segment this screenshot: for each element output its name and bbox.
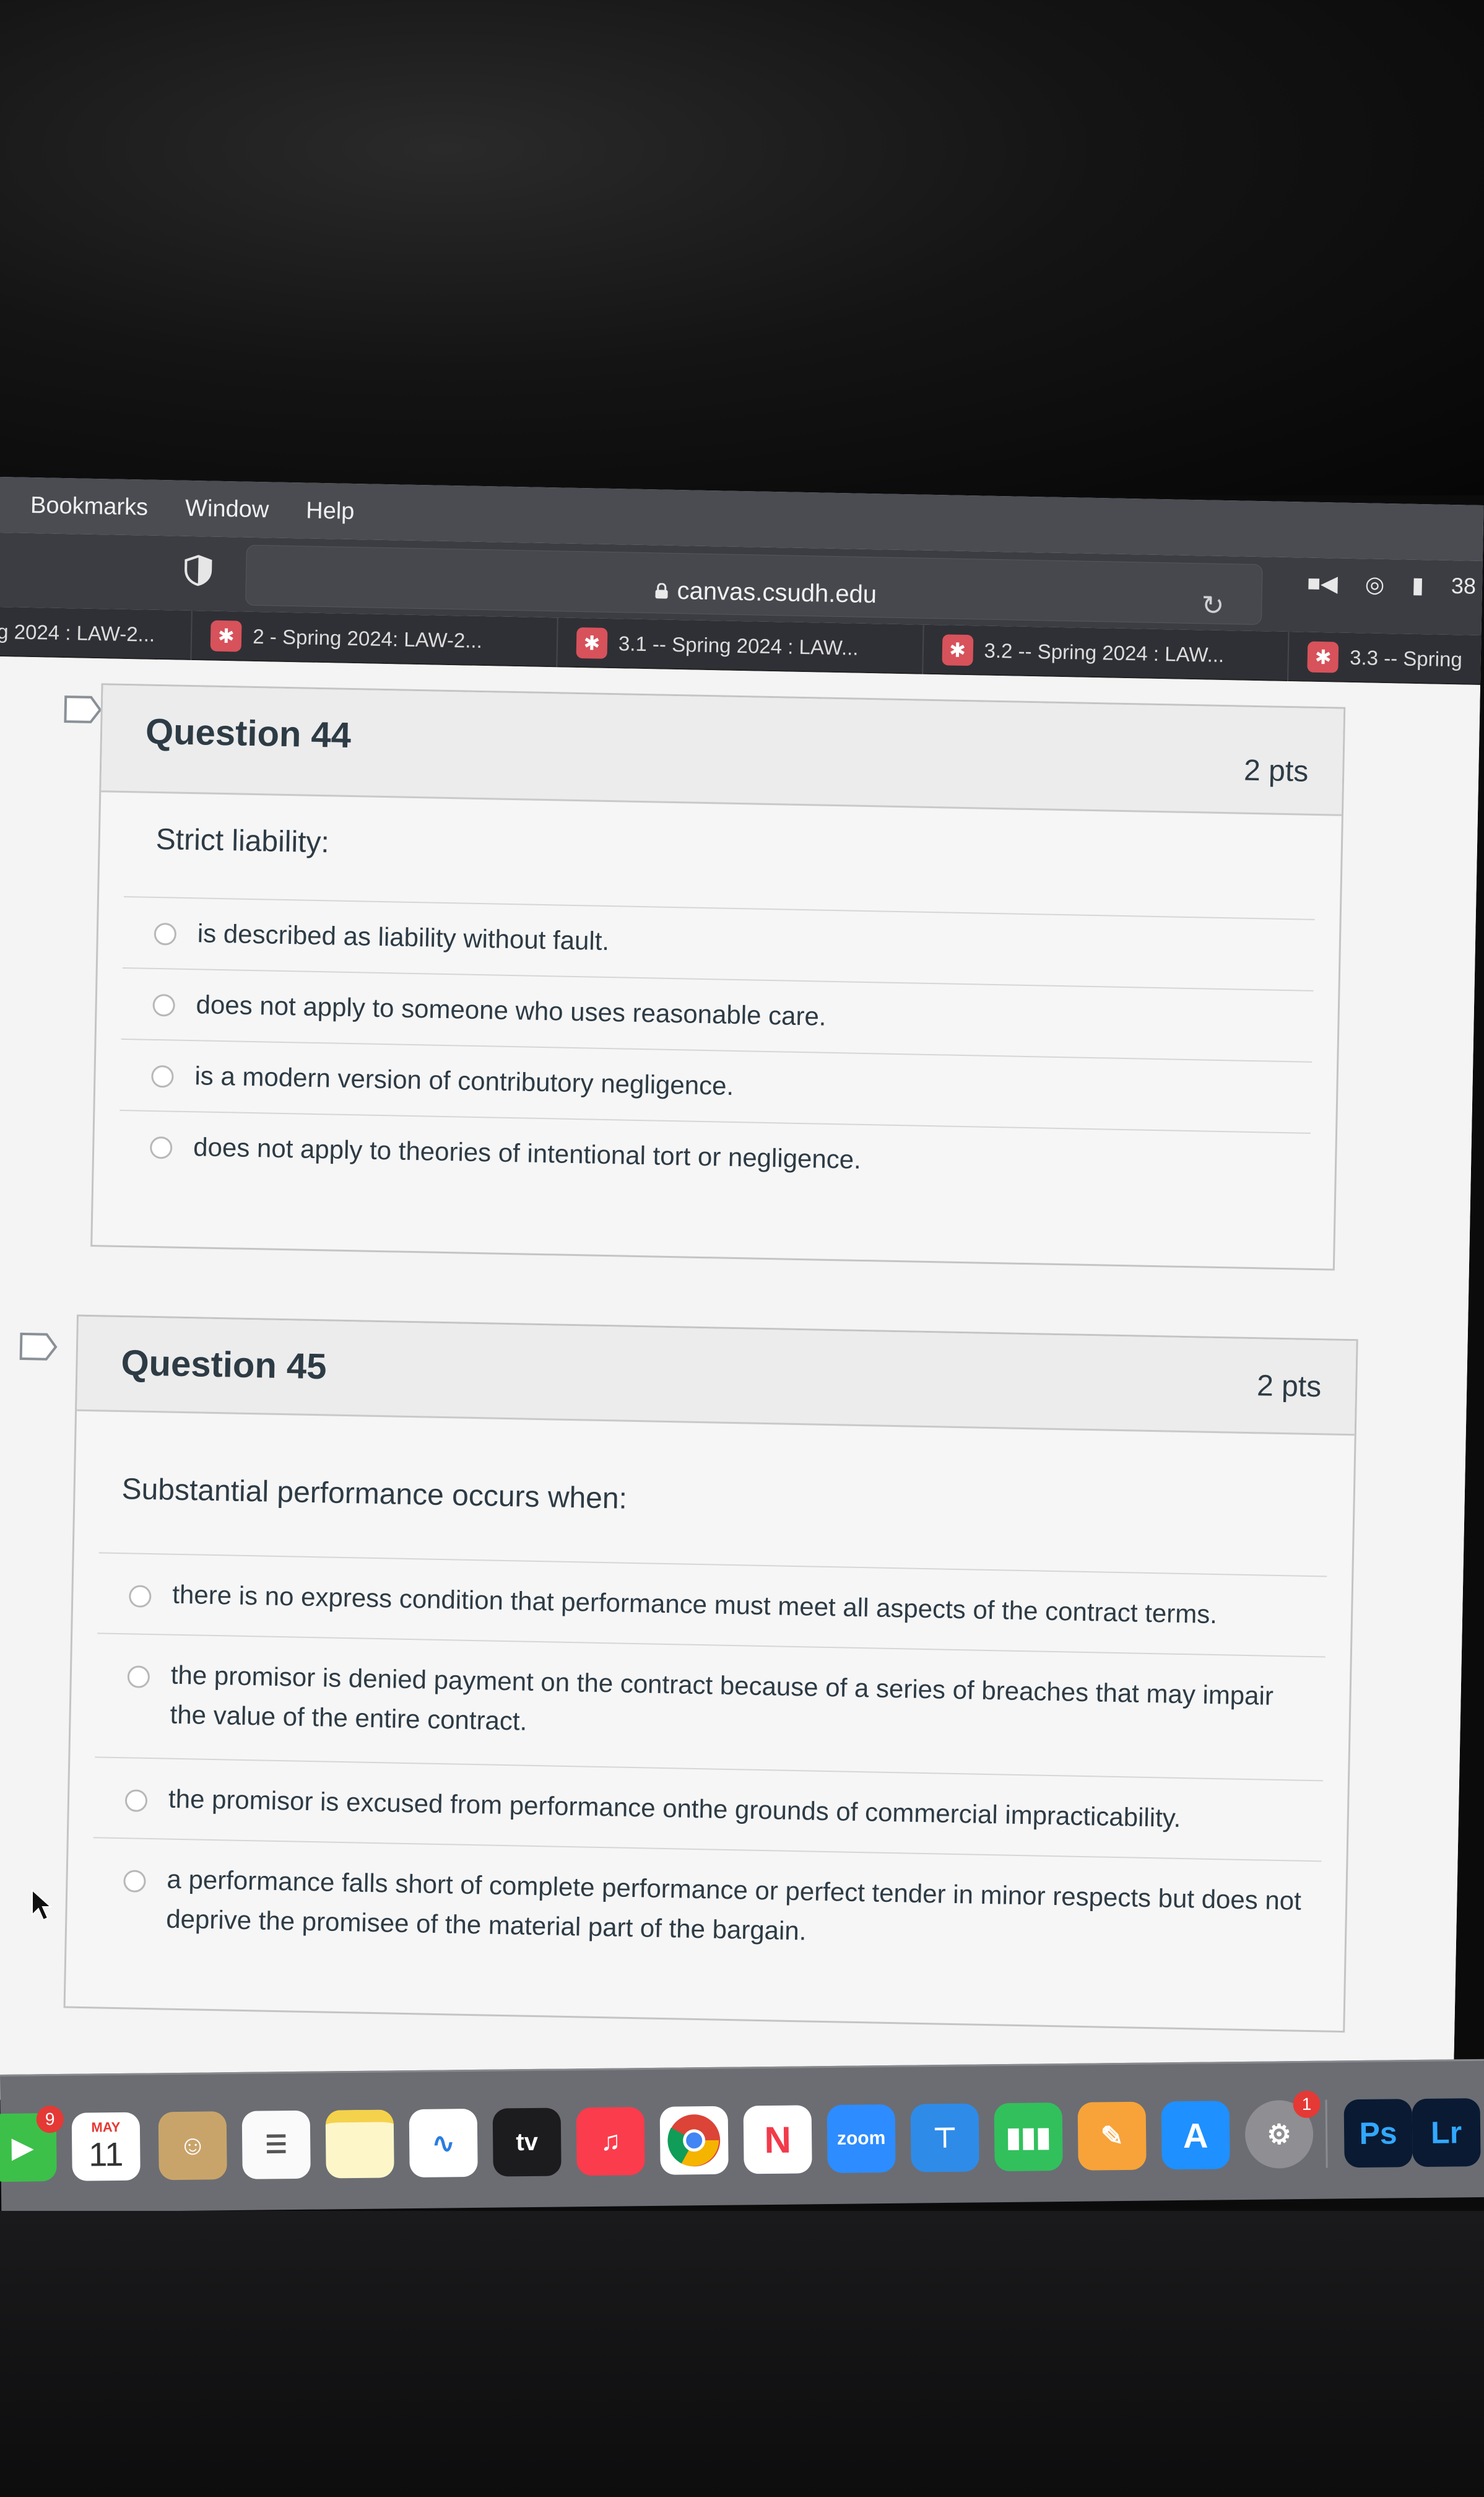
question-45: Question 45 2 pts Substantial performanc… xyxy=(63,1314,1358,2033)
radio-button[interactable] xyxy=(152,993,176,1017)
answer-text: the promisor is denied payment on the co… xyxy=(170,1660,1274,1736)
calendar-month: MAY xyxy=(91,2119,121,2135)
facetime-badge: 9 xyxy=(36,2105,64,2133)
lightroom-icon[interactable]: Lr xyxy=(1412,2098,1481,2168)
answer-text: is described as liability without fault. xyxy=(197,918,610,956)
tab-label: 3.1 -- Spring 2024 : LAW... xyxy=(618,632,859,660)
canvas-favicon-icon: ✱ xyxy=(1307,641,1339,673)
answer-option[interactable]: a performance falls short of complete pe… xyxy=(91,1837,1322,1985)
question-title: Question 45 xyxy=(120,1343,328,1387)
mouse-pointer-icon xyxy=(32,1889,52,1921)
question-title: Question 44 xyxy=(145,711,352,756)
contacts-icon[interactable]: ☺ xyxy=(158,2111,227,2181)
app-store-icon[interactable]: A xyxy=(1161,2101,1230,2170)
menu-window[interactable]: Window xyxy=(185,495,269,523)
reload-icon[interactable]: ↻ xyxy=(1201,590,1225,622)
answer-text: a performance falls short of complete pe… xyxy=(165,1864,1302,1946)
radio-button[interactable] xyxy=(149,1136,173,1159)
tab-label: 3.3 -- Spring xyxy=(1349,645,1463,671)
lr-label: Lr xyxy=(1430,2115,1462,2150)
radio-button[interactable] xyxy=(128,1585,152,1608)
calendar-day: 11 xyxy=(89,2135,124,2174)
question-prompt: Substantial performance occurs when: xyxy=(121,1473,628,1515)
tv-label: tv xyxy=(516,2128,539,2156)
tab-2[interactable]: ✱ 2 - Spring 2024: LAW-2... xyxy=(191,611,558,668)
tab-3[interactable]: ✱ 3.1 -- Spring 2024 : LAW... xyxy=(557,617,924,674)
question-44: Question 44 2 pts Strict liability: is d… xyxy=(90,683,1346,1271)
ps-label: Ps xyxy=(1359,2116,1397,2151)
zoom-icon[interactable]: zoom xyxy=(827,2104,896,2174)
music-icon[interactable]: ♫ xyxy=(576,2107,645,2176)
question-prompt: Strict liability: xyxy=(155,822,330,860)
pages-icon[interactable]: ✎ xyxy=(1077,2101,1147,2171)
dock: ▶ 9 MAY 11 ☺ ☰ ∿ tv ♫ N zoom ⊤ ▮▮▮ ✎ A ⚙… xyxy=(0,2059,1484,2213)
radio-button[interactable] xyxy=(151,1065,174,1088)
battery-text: 38 xyxy=(1451,573,1477,599)
chrome-logo xyxy=(667,2114,721,2167)
background-environment xyxy=(0,0,1484,495)
screen: Bookmarks Window Help canvas.csudh.edu ↻… xyxy=(0,477,1484,2128)
answer-option[interactable]: the promisor is denied payment on the co… xyxy=(95,1632,1326,1780)
question-header: Question 44 2 pts xyxy=(101,685,1344,816)
tab-1[interactable]: g 2024 : LAW-2... xyxy=(0,606,193,660)
lock-icon xyxy=(655,582,668,599)
canvas-favicon-icon: ✱ xyxy=(576,627,608,659)
chrome-icon[interactable] xyxy=(659,2106,729,2175)
tab-4[interactable]: ✱ 3.2 -- Spring 2024 : LAW... xyxy=(922,624,1290,682)
tab-label: g 2024 : LAW-2... xyxy=(0,619,155,646)
canvas-favicon-icon: ✱ xyxy=(210,620,242,652)
answer-text: the promisor is excused from performance… xyxy=(168,1784,1181,1833)
question-points: 2 pts xyxy=(1243,754,1309,788)
answer-text: does not apply to someone who uses reaso… xyxy=(196,990,827,1031)
numbers-icon[interactable]: ▮▮▮ xyxy=(994,2103,1063,2172)
answer-text: there is no express condition that perfo… xyxy=(171,1579,1218,1629)
zoom-label: zoom xyxy=(836,2128,886,2149)
flag-question-icon[interactable] xyxy=(63,695,102,724)
dock-divider xyxy=(1325,2099,1328,2168)
flag-question-icon[interactable] xyxy=(19,1332,58,1361)
settings-badge: 1 xyxy=(1293,2090,1321,2119)
photoshop-icon[interactable]: Ps xyxy=(1343,2099,1413,2168)
bookmark-icon[interactable]: ▮ xyxy=(1412,572,1425,598)
radio-button[interactable] xyxy=(123,1870,146,1893)
menu-bookmarks[interactable]: Bookmarks xyxy=(30,492,149,521)
notes-icon[interactable] xyxy=(325,2109,394,2179)
answer-text: does not apply to theories of intentiona… xyxy=(193,1132,862,1174)
radio-button[interactable] xyxy=(124,1789,148,1812)
radio-button[interactable] xyxy=(154,922,177,946)
news-icon[interactable]: N xyxy=(743,2105,812,2174)
shield-icon[interactable] xyxy=(184,555,213,586)
calendar-icon[interactable]: MAY 11 xyxy=(71,2112,141,2181)
canvas-favicon-icon: ✱ xyxy=(942,634,974,666)
tab-5[interactable]: ✱ 3.3 -- Spring xyxy=(1288,632,1481,685)
reminders-icon[interactable]: ☰ xyxy=(241,2110,311,2179)
apple-tv-icon[interactable]: tv xyxy=(492,2107,562,2177)
address-bar[interactable]: canvas.csudh.edu ↻ xyxy=(245,544,1263,625)
keynote-icon[interactable]: ⊤ xyxy=(910,2103,979,2172)
privacy-icon[interactable]: ◎ xyxy=(1365,571,1384,598)
tab-label: 3.2 -- Spring 2024 : LAW... xyxy=(984,638,1225,667)
freeform-icon[interactable]: ∿ xyxy=(409,2108,478,2178)
radio-button[interactable] xyxy=(127,1665,150,1688)
url-text: canvas.csudh.edu xyxy=(677,577,877,609)
question-points: 2 pts xyxy=(1256,1369,1322,1404)
question-header: Question 45 2 pts xyxy=(77,1316,1356,1436)
quiz-content: Question 44 2 pts Strict liability: is d… xyxy=(0,656,1480,2109)
answer-text: is a modern version of contributory negl… xyxy=(194,1061,734,1100)
tab-label: 2 - Spring 2024: LAW-2... xyxy=(253,624,483,652)
camera-icon[interactable]: ■◀ xyxy=(1307,570,1338,597)
menu-help[interactable]: Help xyxy=(306,497,355,525)
laptop-bezel xyxy=(0,2211,1484,2497)
